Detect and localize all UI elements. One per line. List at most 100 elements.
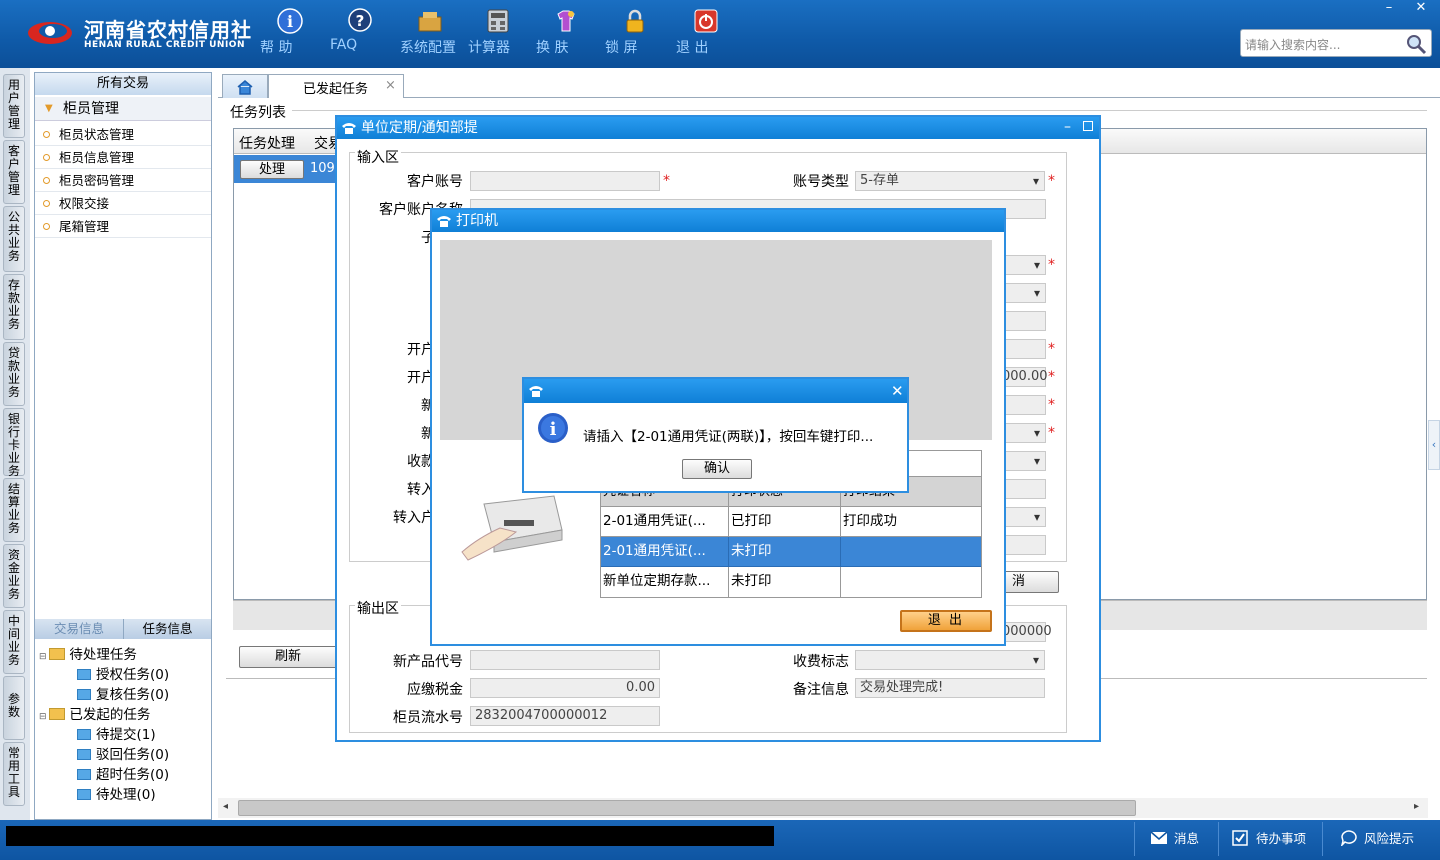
calculator-icon <box>487 9 509 33</box>
sidebar-item-label: 权限交接 <box>59 196 110 211</box>
exit-printer-button[interactable]: 退 出 <box>900 610 992 632</box>
scroll-right-icon[interactable]: ▸ <box>1414 801 1419 812</box>
vtab-bank-card[interactable]: 银行卡业务 <box>3 408 25 478</box>
sidebar-item-teller-status[interactable]: 柜员状态管理 <box>35 123 211 146</box>
vtab-deposit[interactable]: 存款业务 <box>3 274 25 340</box>
tasklist-title: 任务列表 <box>230 105 286 121</box>
search-input[interactable]: 请输入搜索内容... <box>1240 29 1432 57</box>
fee-flag-select[interactable] <box>855 650 1045 670</box>
tab-sent-tasks[interactable]: 已发起任务 × <box>268 74 404 98</box>
logo-icon <box>28 22 72 44</box>
home-icon <box>237 80 253 95</box>
tree-label: 驳回任务(0) <box>96 747 170 763</box>
skin-button[interactable]: 换 肤 <box>536 8 596 60</box>
search-icon[interactable] <box>1405 33 1427 55</box>
svg-text:i: i <box>287 12 293 31</box>
close-icon[interactable]: ✕ <box>891 382 904 400</box>
help-icon: i <box>277 8 303 34</box>
maximize-icon[interactable] <box>1083 121 1093 131</box>
vtab-settlement[interactable]: 结算业务 <box>3 478 25 542</box>
vtab-customer-mgmt[interactable]: 客户管理 <box>3 140 25 204</box>
tree-node-sent[interactable]: ⊟ 已发起的任务 <box>39 703 150 723</box>
new-product-field <box>470 650 660 670</box>
tab-home[interactable] <box>222 74 268 98</box>
folder-icon <box>77 689 91 700</box>
tree-node-rejected[interactable]: 驳回任务(0) <box>77 743 169 763</box>
account-type-label: 账号类型 <box>793 174 849 190</box>
bullet-icon <box>43 154 50 161</box>
help-button[interactable]: i 帮 助 <box>260 8 320 60</box>
category-teller-mgmt[interactable]: ▼ 柜员管理 <box>35 97 211 121</box>
folder-icon <box>77 729 91 740</box>
account-field[interactable] <box>470 171 660 191</box>
printer-illustration-icon <box>461 495 563 561</box>
refresh-button[interactable]: 刷新 <box>239 646 337 668</box>
process-button[interactable]: 处理 <box>240 160 304 179</box>
tree-node-todo[interactable]: 待处理(0) <box>77 783 156 803</box>
tab-close-icon[interactable]: × <box>385 78 396 93</box>
all-transactions-header[interactable]: 所有交易 <box>35 73 211 95</box>
todo-button[interactable]: 待办事项 <box>1232 828 1306 847</box>
job-name: 新单位定期存款... <box>601 567 729 597</box>
required-mark: * <box>1048 173 1055 189</box>
tab-transaction-info[interactable]: 交易信息 <box>35 619 123 639</box>
remark-field: 交易处理完成! <box>855 678 1045 698</box>
minimize-button[interactable]: – <box>1378 0 1400 16</box>
scroll-left-icon[interactable]: ◂ <box>223 801 228 812</box>
confirm-button[interactable]: 确认 <box>682 459 752 479</box>
separator <box>1322 822 1323 856</box>
teller-seq-label: 柜员流水号 <box>393 710 463 726</box>
settings-button[interactable]: 系统配置 <box>400 8 460 60</box>
vtab-public[interactable]: 公共业务 <box>3 206 25 272</box>
table-row[interactable]: 处理 1095 <box>234 155 344 183</box>
collapse-right-icon[interactable]: ‹ <box>1428 420 1440 470</box>
tree-node-pending[interactable]: ⊟ 待处理任务 <box>39 643 137 663</box>
sidebar-item-tail-box[interactable]: 尾箱管理 <box>35 215 211 238</box>
tree-label: 复核任务(0) <box>96 687 170 703</box>
tree-node-review[interactable]: 复核任务(0) <box>77 683 169 703</box>
task-tree: ⊟ 待处理任务 授权任务(0) 复核任务(0) ⊟ 已发起的任务 待提交(1) … <box>35 639 211 821</box>
tree-node-timeout[interactable]: 超时任务(0) <box>77 763 169 783</box>
search-placeholder: 请输入搜索内容... <box>1245 38 1341 52</box>
risk-button[interactable]: 风险提示 <box>1340 828 1414 848</box>
tree-node-auth[interactable]: 授权任务(0) <box>77 663 169 683</box>
table-row[interactable]: 2-01通用凭证(... 已打印 打印成功 <box>601 507 981 537</box>
folder-icon <box>77 789 91 800</box>
messages-button[interactable]: 消息 <box>1150 828 1199 847</box>
exit-button[interactable]: 退 出 <box>676 8 736 60</box>
logo-text: 河南省农村信用社 <box>84 18 252 42</box>
dialog-title: 单位定期/通知部提 <box>361 120 478 136</box>
tree-label: 待处理任务 <box>69 647 137 663</box>
faq-button[interactable]: ? FAQ <box>330 8 390 60</box>
vtab-loan[interactable]: 贷款业务 <box>3 342 25 406</box>
job-result <box>841 567 981 597</box>
dialog-title-bar <box>524 379 907 403</box>
vtab-tools[interactable]: 常用工具 <box>3 742 25 806</box>
account-type-select[interactable]: 5-存单 <box>855 171 1045 191</box>
scrollbar-thumb[interactable] <box>238 800 1136 816</box>
sidebar-item-permission-handover[interactable]: 权限交接 <box>35 192 211 215</box>
chat-bubble-icon <box>1340 830 1357 848</box>
tab-label: 已发起任务 <box>303 82 369 97</box>
table-row-selected[interactable]: 2-01通用凭证(... 未打印 <box>601 537 981 567</box>
job-result <box>841 537 981 567</box>
vtab-params[interactable]: 参数 <box>3 676 25 740</box>
cancel-button[interactable]: 消 <box>997 571 1059 593</box>
table-row[interactable]: 新单位定期存款... 未打印 <box>601 567 981 597</box>
tree-node-to-submit[interactable]: 待提交(1) <box>77 723 156 743</box>
vtab-user-mgmt[interactable]: 用户管理 <box>3 74 25 138</box>
close-window-button[interactable]: ✕ <box>1410 0 1432 16</box>
sidebar-item-teller-password[interactable]: 柜员密码管理 <box>35 169 211 192</box>
left-panel: 所有交易 ▼ 柜员管理 柜员状态管理 柜员信息管理 柜员密码管理 权限交接 尾箱… <box>34 72 212 820</box>
separator <box>1218 822 1219 856</box>
calculator-button[interactable]: 计算器 <box>468 8 528 60</box>
vtab-intermediary[interactable]: 中间业务 <box>3 610 25 674</box>
job-status: 已打印 <box>729 507 841 537</box>
minimize-icon[interactable]: – <box>1064 119 1071 135</box>
power-icon <box>694 9 718 33</box>
vtab-funds[interactable]: 资金业务 <box>3 544 25 608</box>
lock-button[interactable]: 锁 屏 <box>605 8 665 60</box>
job-status: 未打印 <box>729 537 841 567</box>
sidebar-item-teller-info[interactable]: 柜员信息管理 <box>35 146 211 169</box>
tab-task-info[interactable]: 任务信息 <box>123 619 211 639</box>
